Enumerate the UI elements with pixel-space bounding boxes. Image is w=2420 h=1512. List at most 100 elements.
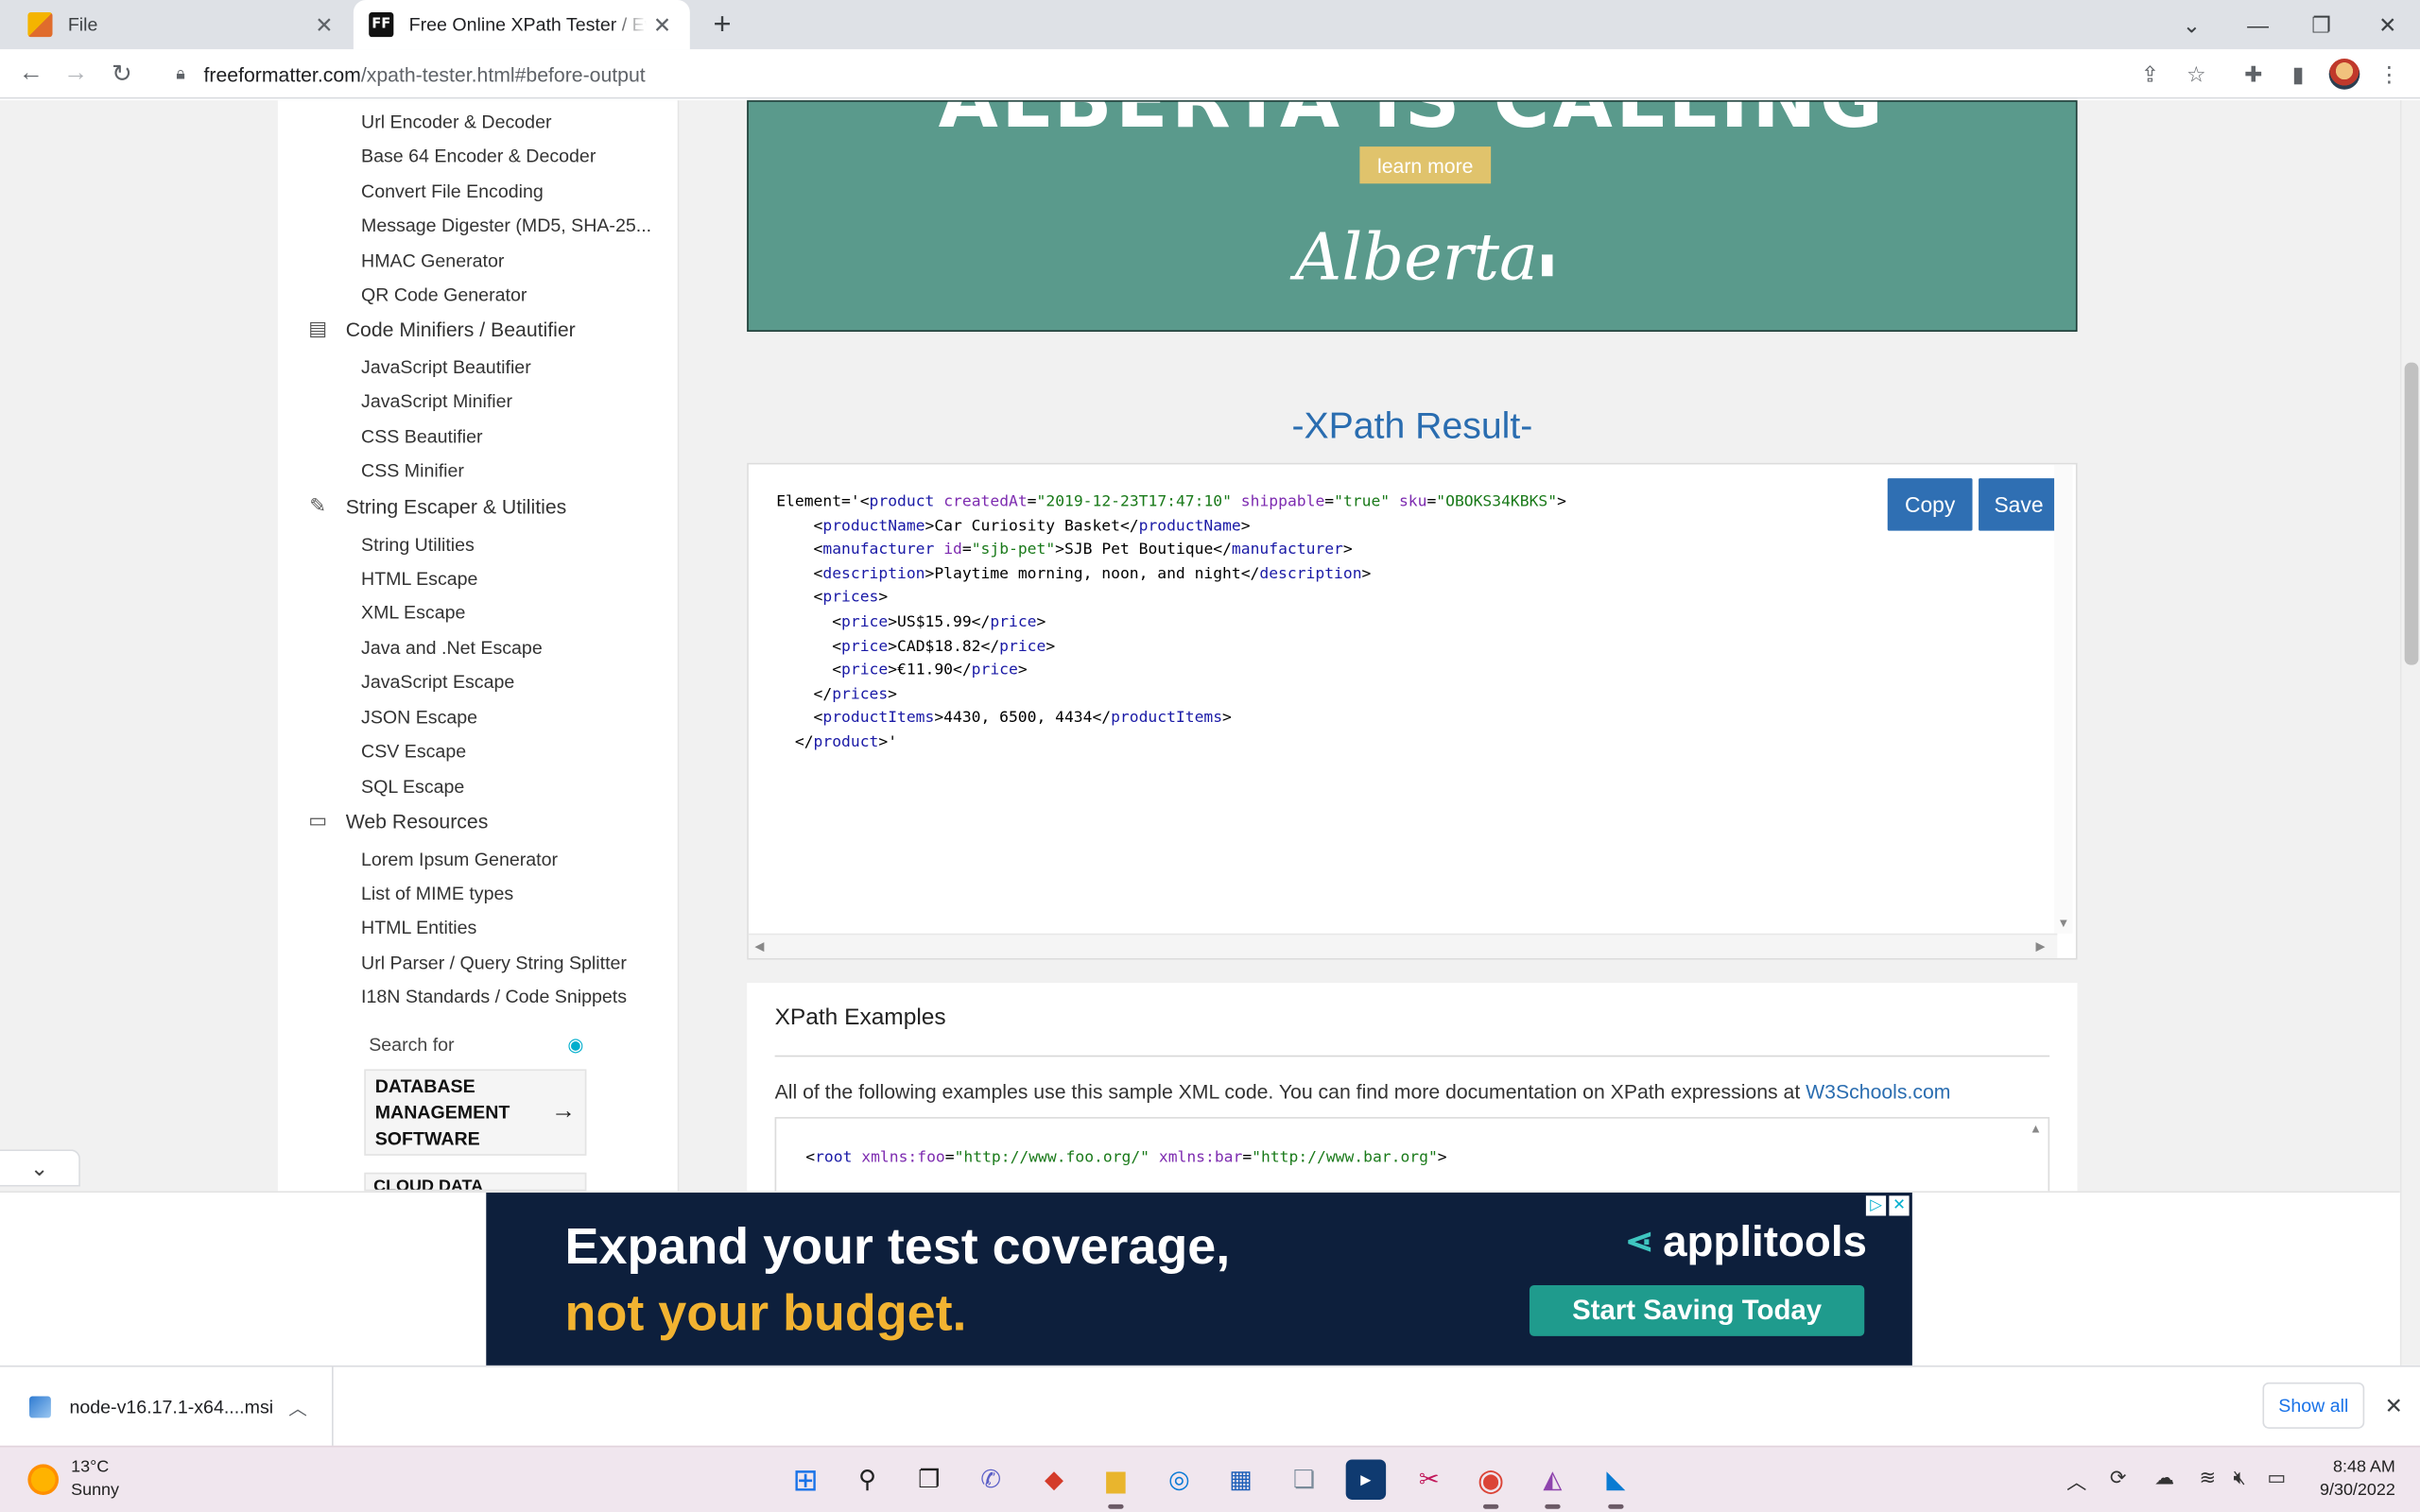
adchoices-icon[interactable]: ◉ <box>565 1034 587 1056</box>
share-icon[interactable]: ⇪ <box>2132 56 2169 93</box>
page-scrollbar[interactable] <box>2399 100 2420 1366</box>
volume-mute-icon[interactable]: 🔇︎ <box>2233 1466 2245 1490</box>
scroll-right-icon[interactable]: ▶ <box>2035 939 2045 954</box>
tab-file[interactable]: File ✕ <box>12 0 352 49</box>
close-icon[interactable]: ✕ <box>309 9 340 41</box>
sidebar-item-string-utilities[interactable]: String Utilities <box>361 534 475 556</box>
result-vertical-scrollbar[interactable]: ▼ <box>2054 464 2073 934</box>
sidebar-item-url-encoder[interactable]: Url Encoder & Decoder <box>361 112 551 133</box>
sidebar-category-string[interactable]: ✎ String Escaper & Utilities <box>305 493 566 518</box>
tray-overflow-chevron-icon[interactable]: ︿ <box>2066 1466 2086 1495</box>
xpath-result-output[interactable]: Element='<product createdAt="2019-12-23T… <box>747 462 2078 960</box>
sidebar-item-url-parser[interactable]: Url Parser / Query String Splitter <box>361 952 627 973</box>
sidebar-item-convert-encoding[interactable]: Convert File Encoding <box>361 180 544 202</box>
vscode-icon[interactable]: ◣ <box>1596 1459 1635 1509</box>
search-icon[interactable]: ⚲ <box>847 1459 887 1499</box>
store-icon[interactable]: ▦ <box>1220 1459 1260 1499</box>
wifi-icon[interactable]: ≋ <box>2200 1466 2217 1490</box>
window-close-icon[interactable]: ✕ <box>2369 7 2406 43</box>
git-icon[interactable]: ◆ <box>1034 1459 1074 1499</box>
new-tab-plus-icon[interactable]: + <box>705 7 739 42</box>
sidebar-category-web[interactable]: ▭ Web Resources <box>305 809 488 833</box>
copy-button[interactable]: Copy <box>1887 478 1973 531</box>
task-view-icon[interactable]: ❐ <box>909 1459 949 1499</box>
visual-studio-icon[interactable]: ◭ <box>1532 1459 1572 1509</box>
search-suggestion-card-cut[interactable]: CLOUD DATA <box>364 1172 587 1192</box>
show-all-button[interactable]: Show all <box>2262 1382 2365 1429</box>
category-label: Web Resources <box>345 809 489 833</box>
close-ad-icon[interactable]: ✕ <box>1889 1195 1910 1216</box>
arrow-right-icon: → <box>550 1098 576 1125</box>
w3schools-link[interactable]: W3Schools.com <box>1806 1080 1950 1103</box>
tab-title: File <box>67 13 98 36</box>
sidebar-item-mime-types[interactable]: List of MIME types <box>361 883 513 904</box>
scroll-left-icon[interactable]: ◀ <box>754 939 764 954</box>
sidebar-item-js-minifier[interactable]: JavaScript Minifier <box>361 390 512 412</box>
adchoices-icon[interactable]: ▷ <box>1865 1195 1887 1216</box>
browser-menu-icon[interactable]: ⋮ <box>2371 56 2408 93</box>
start-saving-button[interactable]: Start Saving Today <box>1529 1285 1865 1336</box>
sidebar-item-css-minifier[interactable]: CSS Minifier <box>361 460 464 482</box>
sync-icon[interactable]: ⟳ <box>2110 1466 2127 1490</box>
sample-xml-code[interactable]: <root xmlns:foo="http://www.foo.org/" xm… <box>774 1117 2050 1192</box>
bookmark-star-icon[interactable]: ☆ <box>2178 56 2215 93</box>
forward-arrow-icon[interactable]: → <box>57 56 94 93</box>
side-panel-icon[interactable]: ▮ <box>2279 56 2316 93</box>
weather-widget[interactable]: 13°C Sunny <box>27 1456 119 1503</box>
scroll-down-icon[interactable]: ▼ <box>2057 917 2069 931</box>
edge-icon[interactable]: ◎ <box>1159 1459 1199 1499</box>
sidebar-item-xml-escape[interactable]: XML Escape <box>361 602 465 624</box>
download-item[interactable]: node-v16.17.1-x64....msi ︿ <box>0 1366 334 1448</box>
sidebar-item-html-escape[interactable]: HTML Escape <box>361 568 477 590</box>
sidebar-item-html-entities[interactable]: HTML Entities <box>361 917 476 938</box>
prime-video-icon[interactable]: ▶ <box>1345 1459 1387 1500</box>
restore-icon[interactable]: ❐ <box>2303 7 2340 43</box>
address-bar[interactable]: 🔒︎ freeformatter.com/xpath-tester.html#b… <box>154 53 2222 96</box>
result-horizontal-scrollbar[interactable]: ◀ ▶ <box>748 933 2058 958</box>
file-explorer-icon[interactable]: ▆ <box>1096 1459 1135 1509</box>
sidebar-item-lorem-ipsum[interactable]: Lorem Ipsum Generator <box>361 849 558 870</box>
sidebar-category-code[interactable]: ▤ Code Minifiers / Beautifier <box>305 317 575 341</box>
sidebar-item-json-escape[interactable]: JSON Escape <box>361 707 477 729</box>
onedrive-cloud-icon[interactable]: ☁ <box>2154 1466 2174 1490</box>
extensions-puzzle-icon[interactable]: ✚ <box>2235 56 2272 93</box>
close-icon[interactable]: ✕ <box>647 9 678 41</box>
sidebar-item-csv-escape[interactable]: CSV Escape <box>361 741 466 763</box>
profile-avatar[interactable] <box>2325 56 2362 93</box>
sidebar-item-base64[interactable]: Base 64 Encoder & Decoder <box>361 145 596 166</box>
app-icon[interactable]: ❏ <box>1284 1459 1323 1499</box>
sidebar-item-js-beautifier[interactable]: JavaScript Beautifier <box>361 356 531 378</box>
tab-xpath-tester[interactable]: FF Free Online XPath Tester / Evalua ✕ <box>353 0 690 50</box>
sidebar-item-css-beautifier[interactable]: CSS Beautifier <box>361 426 482 448</box>
sidebar-item-hmac[interactable]: HMAC Generator <box>361 249 504 271</box>
examples-description-text: All of the following examples use this s… <box>774 1079 1806 1104</box>
page-scrollbar-thumb[interactable] <box>2404 362 2419 665</box>
minimize-icon[interactable]: — <box>2239 7 2276 43</box>
sun-icon <box>27 1464 60 1496</box>
learn-more-button[interactable]: learn more <box>1359 146 1492 184</box>
back-arrow-icon[interactable]: ← <box>12 56 49 93</box>
windows-start-icon[interactable]: ⊞ <box>786 1459 825 1499</box>
applitools-ad-banner[interactable]: Expand your test coverage, not your budg… <box>486 1193 1912 1367</box>
chrome-icon[interactable]: ◉ <box>1471 1459 1511 1509</box>
sidebar-item-qr-code[interactable]: QR Code Generator <box>361 284 527 305</box>
alberta-ad-banner[interactable]: ALBERTA IS CALLING learn more Alberta <box>747 100 2078 333</box>
snipping-tool-icon[interactable]: ✂ <box>1409 1459 1449 1499</box>
weather-temp: 13°C <box>71 1457 110 1477</box>
sidebar-item-sql-escape[interactable]: SQL Escape <box>361 776 464 798</box>
system-clock[interactable]: 8:48 AM 9/30/2022 <box>2300 1456 2395 1503</box>
chat-icon[interactable]: ✆ <box>971 1459 1011 1499</box>
search-suggestion-card[interactable]: DATABASE MANAGEMENT SOFTWARE → <box>364 1069 587 1156</box>
sidebar-item-i18n[interactable]: I18N Standards / Code Snippets <box>361 986 627 1007</box>
close-icon[interactable]: ✕ <box>2378 1390 2410 1421</box>
reload-icon[interactable]: ↻ <box>103 56 140 93</box>
sidebar-item-js-escape[interactable]: JavaScript Escape <box>361 671 514 693</box>
collapse-chevron-icon[interactable]: ⌄ <box>0 1149 80 1187</box>
save-button[interactable]: Save <box>1979 478 2059 531</box>
battery-icon[interactable]: ▭ <box>2267 1466 2286 1490</box>
sidebar-item-java-net-escape[interactable]: Java and .Net Escape <box>361 637 543 659</box>
sidebar-item-message-digester[interactable]: Message Digester (MD5, SHA-25... <box>361 215 651 236</box>
chevron-up-icon[interactable]: ︿ <box>283 1394 314 1420</box>
scroll-up-icon[interactable]: ▲ <box>2030 1122 2042 1136</box>
tab-search-chevron-icon[interactable]: ⌄ <box>2173 7 2210 43</box>
